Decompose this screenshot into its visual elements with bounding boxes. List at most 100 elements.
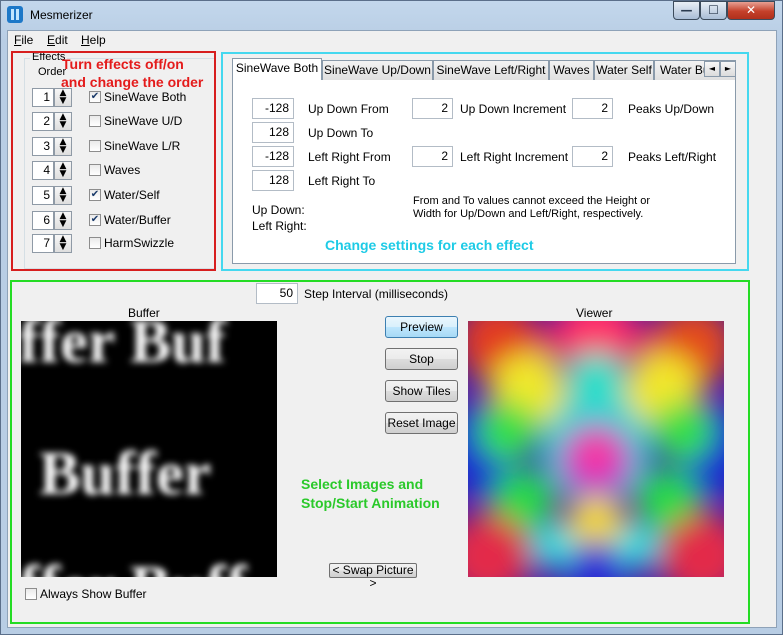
buffer-image[interactable]: ffer Buf Buffer ffer Buff (21, 321, 277, 577)
spinner-arrows-icon[interactable]: ▲ ▼ (54, 88, 72, 107)
annotation-green-line1: Select Images and (301, 476, 424, 492)
effect-label: SineWave U/D (104, 114, 183, 128)
buffer-text-bottom: ffer Buff (21, 557, 275, 577)
menu-help[interactable]: Help (81, 33, 106, 47)
menu-file[interactable]: File (14, 33, 33, 47)
effect-checkbox[interactable] (89, 164, 101, 176)
tab-strip: SineWave Both SineWave Up/Down SineWave … (232, 58, 736, 80)
up-down-from-field[interactable]: -128 (252, 98, 294, 119)
up-down-to-field[interactable]: 128 (252, 122, 294, 143)
peaks-left-right-label: Peaks Left/Right (628, 150, 717, 164)
effect-label: SineWave L/R (104, 139, 181, 153)
up-down-from-label: Up Down From (308, 102, 389, 116)
annotation-green-line2: Stop/Start Animation (301, 495, 440, 511)
annotation-cyan-text: Change settings for each effect (325, 237, 534, 253)
tab-scroll-right-icon[interactable]: ► (720, 61, 736, 77)
step-interval-label: Step Interval (milliseconds) (304, 287, 449, 301)
app-icon (7, 6, 23, 23)
order-spinner[interactable]: 6 ▲ ▼ (32, 211, 72, 230)
swap-picture-button[interactable]: < Swap Picture > (329, 563, 417, 590)
note-line-2: Width for Up/Down and Left/Right, respec… (413, 208, 644, 220)
effect-label: Waves (104, 163, 141, 177)
menu-help-label: elp (89, 33, 106, 47)
buffer-text-middle: Buffer (39, 440, 212, 508)
order-spinner[interactable]: 2 ▲ ▼ (32, 112, 72, 131)
left-right-from-field[interactable]: -128 (252, 146, 294, 167)
order-spinner[interactable]: 1 ▲ ▼ (32, 88, 72, 107)
order-spinner[interactable]: 7 ▲ ▼ (32, 234, 72, 253)
up-down-increment-field[interactable]: 2 (412, 98, 453, 119)
effect-checkbox[interactable]: ✔ (89, 91, 101, 103)
viewer-label: Viewer (576, 306, 613, 320)
menu-bar: File Edit Help (8, 31, 776, 49)
spinner-arrows-icon[interactable]: ▲ ▼ (54, 234, 72, 253)
order-value[interactable]: 6 (32, 211, 54, 230)
tab-water-self[interactable]: Water Self (594, 60, 654, 80)
annotation-red-line1: Turn effects off/on (62, 56, 184, 72)
order-value[interactable]: 1 (32, 88, 54, 107)
effect-label: HarmSwizzle (104, 236, 175, 250)
spinner-arrows-icon[interactable]: ▲ ▼ (54, 186, 72, 205)
effect-label: SineWave Both (104, 90, 187, 104)
peaks-up-down-label: Peaks Up/Down (628, 102, 715, 116)
reset-image-button[interactable]: Reset Image (385, 412, 458, 434)
effect-label: Water/Buffer (104, 213, 171, 227)
tab-scroll-left-icon[interactable]: ◄ (704, 61, 720, 77)
effect-checkbox[interactable] (89, 237, 101, 249)
effect-checkbox[interactable] (89, 140, 101, 152)
order-value[interactable]: 4 (32, 161, 54, 180)
tab-waves[interactable]: Waves (549, 60, 594, 80)
viewer-image[interactable] (468, 321, 724, 577)
always-show-buffer-label: Always Show Buffer (40, 587, 147, 601)
maximize-button[interactable]: ☐ (700, 1, 727, 20)
effect-checkbox[interactable]: ✔ (89, 214, 101, 226)
left-right-to-label: Left Right To (308, 174, 376, 188)
left-right-status-label: Left Right: (252, 219, 307, 233)
step-interval-field[interactable]: 50 (256, 283, 298, 304)
menu-file-label: ile (21, 33, 34, 47)
minimize-button[interactable]: — (673, 1, 700, 20)
up-down-increment-label: Up Down Increment (460, 102, 567, 116)
spinner-arrows-icon[interactable]: ▲ ▼ (54, 211, 72, 230)
order-spinner[interactable]: 5 ▲ ▼ (32, 186, 72, 205)
always-show-buffer-checkbox[interactable] (25, 588, 37, 600)
preview-button[interactable]: Preview (385, 316, 458, 338)
tab-sinewave-both[interactable]: SineWave Both (232, 58, 322, 80)
order-value[interactable]: 7 (32, 234, 54, 253)
effect-checkbox[interactable]: ✔ (89, 189, 101, 201)
order-spinner[interactable]: 3 ▲ ▼ (32, 137, 72, 156)
buffer-text-top: ffer Buf (21, 321, 227, 376)
up-down-status-label: Up Down: (252, 203, 305, 217)
title-bar[interactable]: Mesmerizer — ☐ ✕ (0, 0, 783, 30)
order-value[interactable]: 3 (32, 137, 54, 156)
order-value[interactable]: 5 (32, 186, 54, 205)
buffer-label: Buffer (128, 306, 160, 320)
menu-help-accel: H (81, 33, 90, 47)
peaks-left-right-field[interactable]: 2 (572, 146, 613, 167)
spinner-arrows-icon[interactable]: ▲ ▼ (54, 137, 72, 156)
peaks-up-down-field[interactable]: 2 (572, 98, 613, 119)
tab-sinewave-up-down[interactable]: SineWave Up/Down (322, 60, 433, 80)
menu-edit-accel: E (47, 33, 56, 47)
effect-checkbox[interactable] (89, 115, 101, 127)
viewer-pattern (468, 321, 724, 577)
effect-label: Water/Self (104, 188, 160, 202)
left-right-increment-label: Left Right Increment (460, 150, 569, 164)
left-right-to-field[interactable]: 128 (252, 170, 294, 191)
order-value[interactable]: 2 (32, 112, 54, 131)
show-tiles-button[interactable]: Show Tiles (385, 380, 458, 402)
note-line-1: From and To values cannot exceed the Hei… (413, 195, 651, 207)
spinner-arrows-icon[interactable]: ▲ ▼ (54, 112, 72, 131)
window-title: Mesmerizer (30, 8, 93, 22)
order-spinner[interactable]: 4 ▲ ▼ (32, 161, 72, 180)
up-down-to-label: Up Down To (308, 126, 374, 140)
menu-edit-label: dit (55, 33, 68, 47)
close-button[interactable]: ✕ (727, 1, 775, 20)
menu-edit[interactable]: Edit (47, 33, 68, 47)
left-right-from-label: Left Right From (308, 150, 391, 164)
annotation-red-line2: and change the order (61, 74, 204, 90)
spinner-arrows-icon[interactable]: ▲ ▼ (54, 161, 72, 180)
stop-button[interactable]: Stop (385, 348, 458, 370)
left-right-increment-field[interactable]: 2 (412, 146, 453, 167)
tab-sinewave-left-right[interactable]: SineWave Left/Right (433, 60, 549, 80)
